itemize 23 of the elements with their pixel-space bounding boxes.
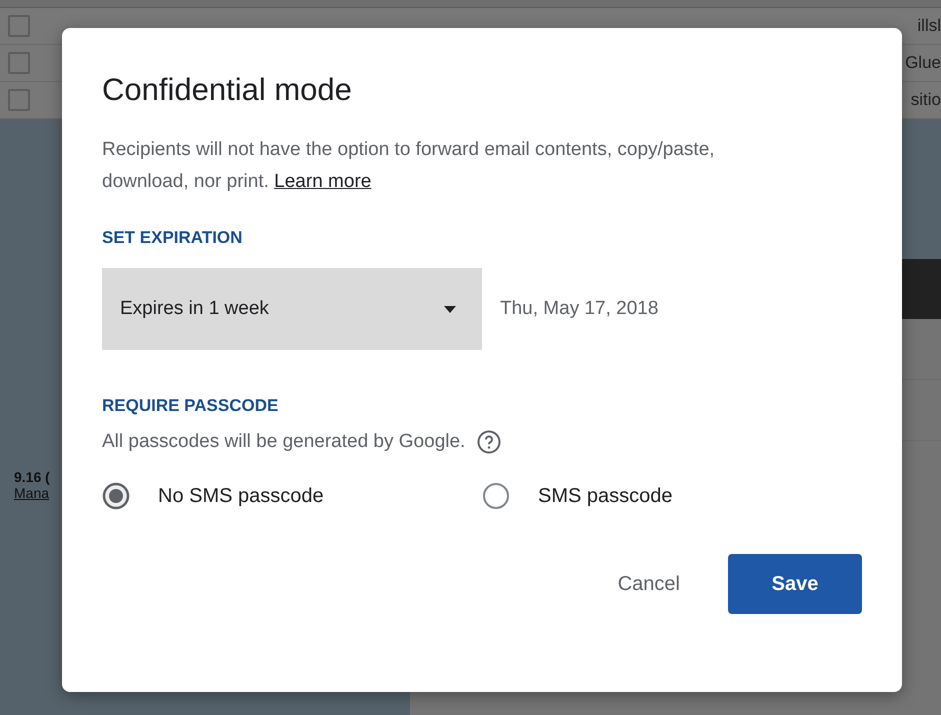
expiration-dropdown[interactable]: Expires in 1 week <box>102 268 482 350</box>
radio-label: No SMS passcode <box>158 484 324 508</box>
email-snippet: Glue <box>905 53 941 73</box>
email-snippet: illsl <box>917 16 941 36</box>
checkbox[interactable] <box>8 89 30 111</box>
learn-more-link[interactable]: Learn more <box>274 171 372 192</box>
radio-label: SMS passcode <box>538 484 673 508</box>
section-heading: SET EXPIRATION <box>102 228 244 248</box>
passcode-note: All passcodes will be generated by Google. <box>102 431 466 453</box>
caret-icon <box>444 306 456 312</box>
email-snippet: sitio <box>910 90 941 110</box>
dialog-title: Confidential mode <box>102 72 353 108</box>
cancel-button[interactable]: Cancel <box>610 554 688 614</box>
radio-button[interactable] <box>102 482 130 510</box>
save-button[interactable]: Save <box>728 554 862 614</box>
radio-button[interactable] <box>482 482 510 510</box>
dialog-description: Recipients will not have the option to forward email contents, copy/paste, download, nor print. Learn more <box>102 138 716 194</box>
checkbox[interactable] <box>8 15 30 37</box>
expiration-date: Thu, May 17, 2018 <box>500 298 658 320</box>
note-title: 9.16 ( <box>14 469 51 485</box>
section-heading: REQUIRE PASSCODE <box>102 396 280 416</box>
help-icon[interactable] <box>477 430 502 454</box>
checkbox[interactable] <box>8 52 30 74</box>
